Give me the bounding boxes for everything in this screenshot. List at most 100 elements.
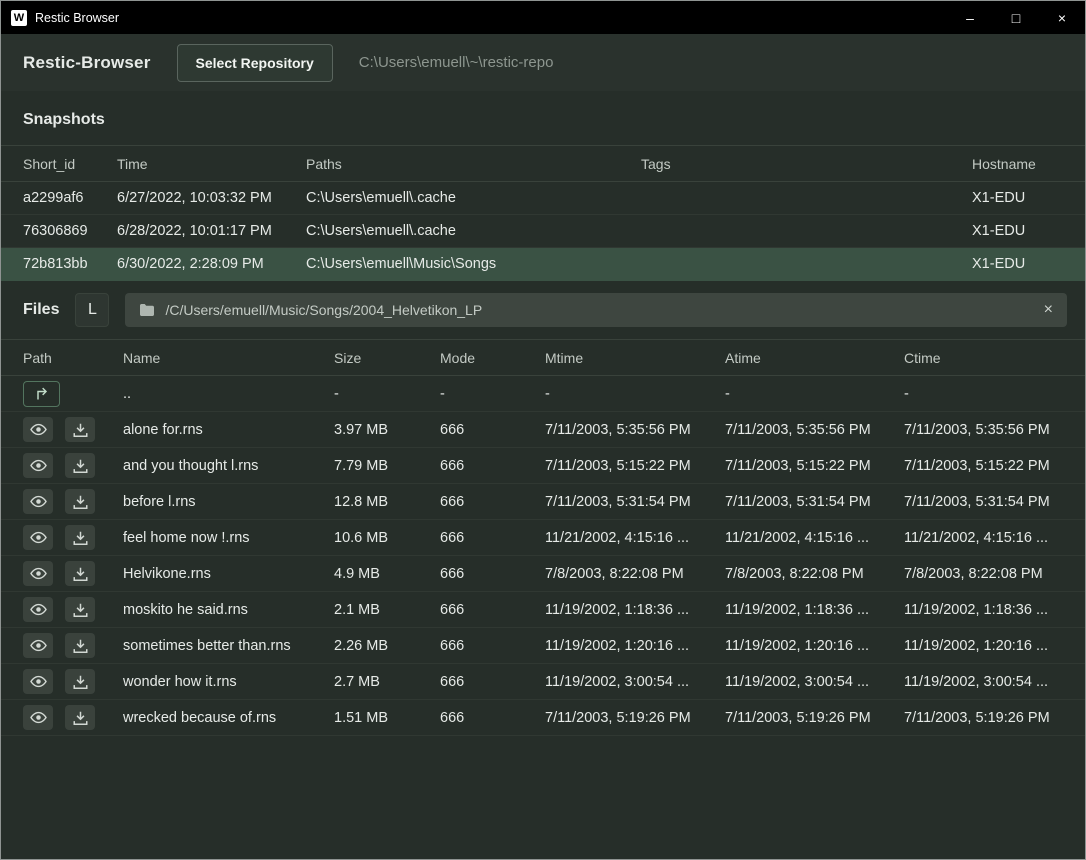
- snapshot-row[interactable]: 763068696/28/2022, 10:01:17 PMC:\Users\e…: [1, 215, 1085, 248]
- file-ctime: 11/21/2002, 4:15:16 ...: [904, 530, 1063, 546]
- file-name: moskito he said.rns: [123, 602, 334, 618]
- file-name: feel home now !.rns: [123, 530, 334, 546]
- preview-file-button[interactable]: [23, 597, 53, 622]
- file-size: 2.1 MB: [334, 602, 440, 618]
- eye-icon: [30, 711, 47, 724]
- file-mtime: 11/21/2002, 4:15:16 ...: [545, 530, 725, 546]
- file-name: and you thought l.rns: [123, 458, 334, 474]
- file-atime: 7/11/2003, 5:19:26 PM: [725, 710, 904, 726]
- file-ctime: 7/11/2003, 5:31:54 PM: [904, 494, 1063, 510]
- snapshot-paths: C:\Users\emuell\.cache: [306, 223, 641, 239]
- preview-file-button[interactable]: [23, 525, 53, 550]
- file-ctime: 7/11/2003, 5:15:22 PM: [904, 458, 1063, 474]
- file-mode: 666: [440, 422, 545, 438]
- snapshot-hostname: X1-EDU: [972, 256, 1063, 272]
- snapshots-table-header: Short_id Time Paths Tags Hostname: [1, 145, 1085, 182]
- maximize-button[interactable]: □: [993, 1, 1039, 34]
- file-row-actions: [23, 561, 123, 586]
- file-size: 10.6 MB: [334, 530, 440, 546]
- file-name: sometimes better than.rns: [123, 638, 334, 654]
- current-path: /C/Users/emuell/Music/Songs/2004_Helveti…: [165, 302, 482, 318]
- file-atime: 11/19/2002, 1:18:36 ...: [725, 602, 904, 618]
- file-mode: 666: [440, 530, 545, 546]
- up-directory-icon: [34, 386, 50, 401]
- file-row: moskito he said.rns2.1 MB66611/19/2002, …: [1, 592, 1085, 628]
- snapshot-row[interactable]: a2299af66/27/2022, 10:03:32 PMC:\Users\e…: [1, 182, 1085, 215]
- file-row-actions: [23, 525, 123, 550]
- snapshot-time: 6/27/2022, 10:03:32 PM: [117, 190, 306, 206]
- file-size: 3.97 MB: [334, 422, 440, 438]
- file-ctime: -: [904, 386, 1063, 402]
- eye-icon: [30, 567, 47, 580]
- column-header-ctime: Ctime: [904, 350, 1063, 366]
- download-file-button[interactable]: [65, 489, 95, 514]
- files-heading: Files: [23, 301, 59, 319]
- file-row-actions: [23, 705, 123, 730]
- file-ctime: 11/19/2002, 1:18:36 ...: [904, 602, 1063, 618]
- column-header-path: Path: [23, 350, 123, 366]
- file-name: alone for.rns: [123, 422, 334, 438]
- up-directory-button[interactable]: [23, 381, 60, 407]
- snapshot-time: 6/28/2022, 10:01:17 PM: [117, 223, 306, 239]
- file-row-actions: [23, 417, 123, 442]
- file-atime: -: [725, 386, 904, 402]
- titlebar: W Restic Browser – □ ×: [1, 1, 1085, 34]
- file-row: feel home now !.rns10.6 MB66611/21/2002,…: [1, 520, 1085, 556]
- preview-file-button[interactable]: [23, 633, 53, 658]
- eye-icon: [30, 639, 47, 652]
- file-atime: 7/8/2003, 8:22:08 PM: [725, 566, 904, 582]
- file-row-actions: [23, 381, 123, 407]
- app-window: W Restic Browser – □ × Restic-Browser Se…: [0, 0, 1086, 860]
- clear-path-button[interactable]: ×: [1044, 302, 1053, 318]
- file-row-actions: [23, 489, 123, 514]
- preview-file-button[interactable]: [23, 561, 53, 586]
- file-row: alone for.rns3.97 MB666 7/11/2003, 5:35:5…: [1, 412, 1085, 448]
- download-file-button[interactable]: [65, 705, 95, 730]
- minimize-button[interactable]: –: [947, 1, 993, 34]
- download-file-button[interactable]: [65, 453, 95, 478]
- preview-file-button[interactable]: [23, 669, 53, 694]
- snapshot-row-selected[interactable]: 72b813bb6/30/2022, 2:28:09 PMC:\Users\em…: [1, 248, 1085, 281]
- file-ctime: 11/19/2002, 3:00:54 ...: [904, 674, 1063, 690]
- download-file-button[interactable]: [65, 417, 95, 442]
- file-row: sometimes better than.rns2.26 MB66611/19…: [1, 628, 1085, 664]
- file-mode: -: [440, 386, 545, 402]
- eye-icon: [30, 495, 47, 508]
- preview-file-button[interactable]: [23, 417, 53, 442]
- files-table-header: Path Name Size Mode Mtime Atime Ctime: [1, 339, 1085, 376]
- download-file-button[interactable]: [65, 525, 95, 550]
- column-header-mode: Mode: [440, 350, 545, 366]
- download-file-button[interactable]: [65, 669, 95, 694]
- repository-path: C:\Users\emuell\~\restic-repo: [359, 54, 554, 71]
- download-file-button[interactable]: [65, 633, 95, 658]
- folder-icon: [139, 303, 155, 317]
- select-repository-button[interactable]: Select Repository: [177, 44, 333, 82]
- file-atime: 11/19/2002, 1:20:16 ...: [725, 638, 904, 654]
- snapshot-paths: C:\Users\emuell\.cache: [306, 190, 641, 206]
- download-icon: [73, 675, 88, 689]
- preview-file-button[interactable]: [23, 489, 53, 514]
- file-size: 4.9 MB: [334, 566, 440, 582]
- download-file-button[interactable]: [65, 561, 95, 586]
- preview-file-button[interactable]: [23, 453, 53, 478]
- files-path-input[interactable]: /C/Users/emuell/Music/Songs/2004_Helveti…: [125, 293, 1067, 327]
- file-row-parent-dir: ..-----: [1, 376, 1085, 412]
- download-file-button[interactable]: [65, 597, 95, 622]
- file-mode: 666: [440, 494, 545, 510]
- file-name: Helvikone.rns: [123, 566, 334, 582]
- file-mtime: 11/19/2002, 1:20:16 ...: [545, 638, 725, 654]
- eye-icon: [30, 531, 47, 544]
- file-atime: 7/11/2003, 5:15:22 PM: [725, 458, 904, 474]
- app-header: Restic-Browser Select Repository C:\User…: [1, 34, 1085, 91]
- files-view-toggle-button[interactable]: L: [75, 293, 109, 327]
- column-header-atime: Atime: [725, 350, 904, 366]
- close-button[interactable]: ×: [1039, 1, 1085, 34]
- eye-icon: [30, 675, 47, 688]
- snapshot-time: 6/30/2022, 2:28:09 PM: [117, 256, 306, 272]
- file-ctime: 11/19/2002, 1:20:16 ...: [904, 638, 1063, 654]
- preview-file-button[interactable]: [23, 705, 53, 730]
- download-icon: [73, 567, 88, 581]
- file-size: 7.79 MB: [334, 458, 440, 474]
- file-atime: 7/11/2003, 5:35:56 PM: [725, 422, 904, 438]
- snapshot-hostname: X1-EDU: [972, 190, 1063, 206]
